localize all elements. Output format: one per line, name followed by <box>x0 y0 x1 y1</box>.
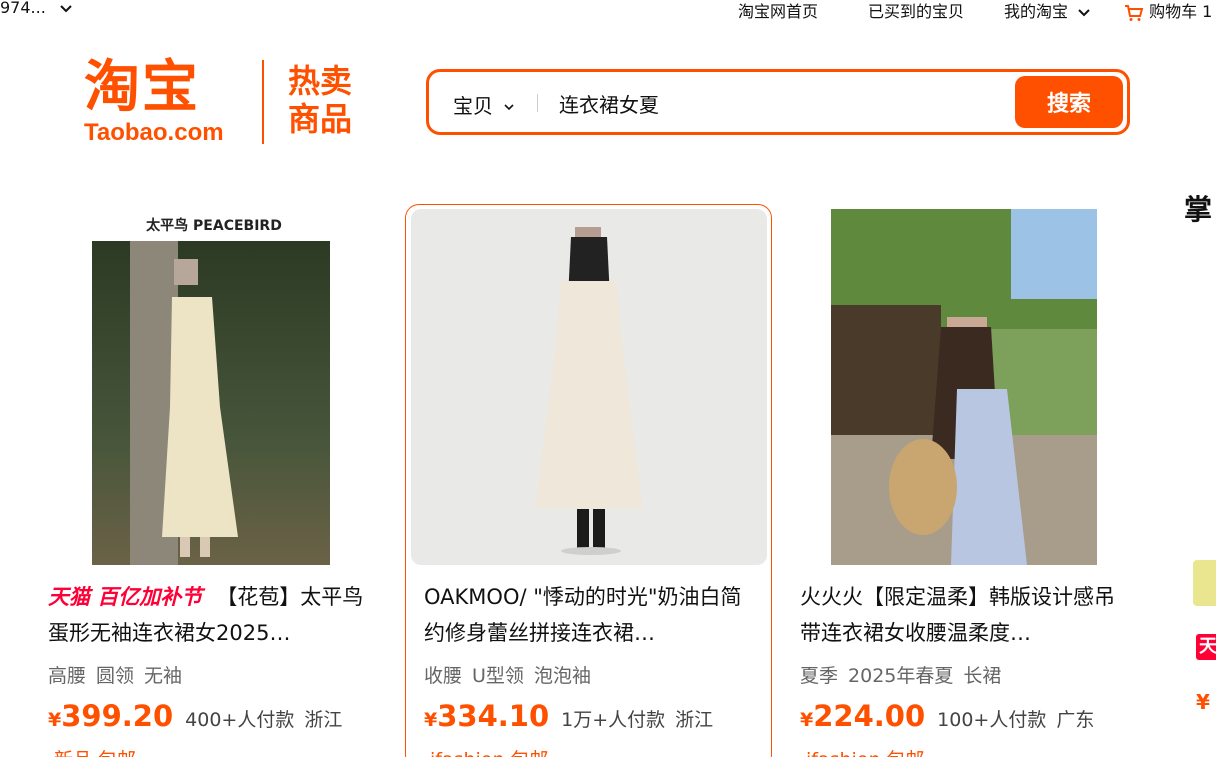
my-taobao-label: 我的淘宝 <box>1004 2 1069 21</box>
taobao-logo[interactable]: 淘宝 Taobao.com <box>84 58 224 146</box>
chevron-down-icon <box>1078 8 1090 16</box>
product-tag: 高腰 <box>48 665 87 687</box>
product-tag: 无袖 <box>144 665 183 687</box>
product-tags: 夏季 2025年春夏 长裙 <box>800 661 1011 688</box>
hot-products-line1: 热卖 <box>288 62 353 100</box>
currency-symbol: ¥ <box>800 709 814 731</box>
product-price: 224.00 <box>813 699 926 733</box>
product-tag: 收腰 <box>424 665 463 687</box>
ship-location: 广东 <box>1056 709 1095 731</box>
logo-divider <box>262 60 264 144</box>
product-photo <box>535 227 643 555</box>
logo-en: Taobao.com <box>84 119 224 146</box>
side-product-thumb[interactable] <box>1193 560 1216 606</box>
top-bar: 974... 淘宝网首页 已买到的宝贝 我的淘宝 购物车 1 <box>0 0 1216 22</box>
sales-count: 100+人付款 <box>937 709 1047 731</box>
currency-symbol: ¥ <box>424 709 438 731</box>
chevron-down-icon <box>60 4 72 12</box>
product-price: 334.10 <box>437 699 550 733</box>
side-price: ¥ <box>1196 690 1210 714</box>
account-menu[interactable]: 974... <box>0 0 73 17</box>
product-image[interactable] <box>411 209 767 565</box>
product-card[interactable]: 火火火【限定温柔】韩版设计感吊带连衣裙女收腰温柔度… 夏季 2025年春夏 长裙 ¥… <box>790 205 1130 757</box>
product-perks: 新品 包邮 <box>54 745 136 757</box>
search-category-label: 宝贝 <box>453 94 493 118</box>
price-row: ¥334.10 1万+人付款 浙江 <box>424 699 713 733</box>
tmall-promo-badge: 天猫 百亿加补节 <box>48 585 203 609</box>
sales-count: 1万+人付款 <box>561 709 666 731</box>
tmall-badge: 天 <box>1196 634 1216 660</box>
product-image[interactable]: 太平鸟 PEACEBIRD <box>62 207 366 565</box>
product-card[interactable]: 太平鸟 PEACEBIRD 天猫 百亿加补节 【花苞】太平鸟蛋形无袖连衣裙女202… <box>40 205 380 757</box>
cart-icon <box>1125 4 1144 21</box>
product-photo <box>92 241 330 565</box>
product-price: 399.20 <box>61 699 174 733</box>
product-title[interactable]: 火火火【限定温柔】韩版设计感吊带连衣裙女收腰温柔度… <box>800 579 1130 651</box>
product-tags: 高腰 圆领 无袖 <box>48 661 192 688</box>
ship-location: 浙江 <box>675 709 714 731</box>
product-tag: 圆领 <box>96 665 135 687</box>
product-card[interactable]: OAKMOO/ "悸动的时光"奶油白简约修身蕾丝拼接连衣裙… 收腰 U型领 泡泡袖 … <box>405 204 772 757</box>
ship-location: 浙江 <box>304 709 343 731</box>
search-divider <box>537 94 538 112</box>
product-tag: 2025年春夏 <box>848 665 954 687</box>
search-input[interactable] <box>559 86 999 120</box>
product-tags: 收腰 U型领 泡泡袖 <box>424 661 601 688</box>
search-category-select[interactable]: 宝贝 <box>453 90 515 119</box>
logo-cn: 淘宝 <box>84 55 200 120</box>
account-name: 974... <box>0 0 46 17</box>
product-tag: 泡泡袖 <box>533 665 591 687</box>
hot-products-label: 热卖 商品 <box>288 62 352 138</box>
price-row: ¥399.20 400+人付款 浙江 <box>48 699 342 733</box>
sales-count: 400+人付款 <box>185 709 295 731</box>
product-perks: ifashion 包邮 <box>430 745 549 757</box>
price-row: ¥224.00 100+人付款 广东 <box>800 699 1094 733</box>
purchased-link[interactable]: 已买到的宝贝 <box>868 0 964 22</box>
side-panel-title: 掌 <box>1184 193 1213 226</box>
chevron-down-icon <box>504 104 514 111</box>
cart-label: 购物车 1 <box>1149 2 1213 21</box>
currency-symbol: ¥ <box>48 709 62 731</box>
hot-products-line2: 商品 <box>288 100 353 138</box>
cart-link[interactable]: 购物车 1 <box>1124 0 1212 22</box>
product-title[interactable]: 天猫 百亿加补节 【花苞】太平鸟蛋形无袖连衣裙女2025… <box>48 579 378 651</box>
product-tag: U型领 <box>472 665 524 687</box>
product-image[interactable] <box>831 209 1097 565</box>
product-perks: ifashion 包邮 <box>806 745 925 757</box>
product-photo <box>831 209 1097 565</box>
product-title[interactable]: OAKMOO/ "悸动的时光"奶油白简约修身蕾丝拼接连衣裙… <box>424 579 754 651</box>
product-tag: 夏季 <box>800 665 839 687</box>
search-button[interactable]: 搜索 <box>1015 76 1123 128</box>
product-tag: 长裙 <box>963 665 1002 687</box>
home-link[interactable]: 淘宝网首页 <box>738 0 818 22</box>
search-bar: 宝贝 搜索 <box>426 69 1130 135</box>
my-taobao-menu[interactable]: 我的淘宝 <box>1004 0 1091 22</box>
